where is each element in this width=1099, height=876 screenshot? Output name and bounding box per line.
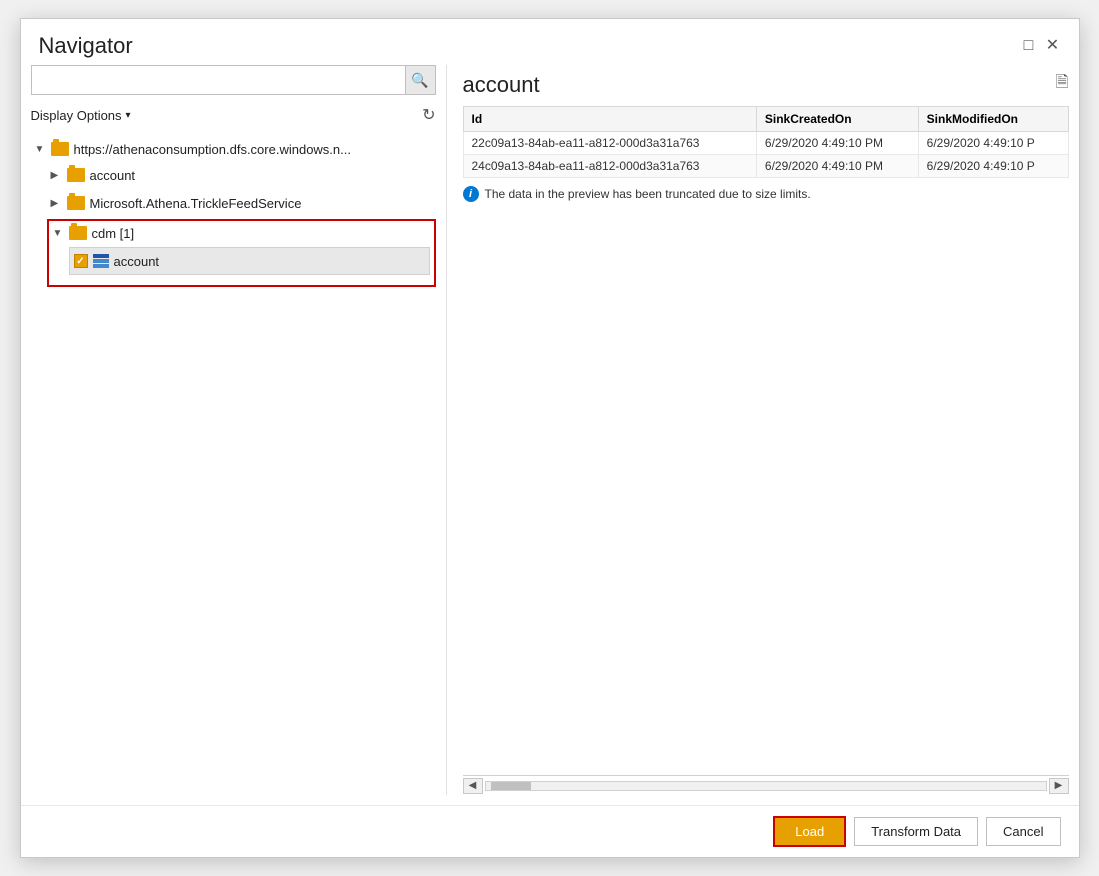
- data-table: Id SinkCreatedOn SinkModifiedOn 22c09a13…: [463, 106, 1069, 178]
- display-options-label: Display Options: [31, 108, 122, 123]
- tree-label-root: https://athenaconsumption.dfs.core.windo…: [74, 142, 352, 157]
- footer: Load Transform Data Cancel: [21, 805, 1079, 857]
- table-header: Id SinkCreatedOn SinkModifiedOn: [463, 107, 1068, 132]
- expand-arrow-cdm: ▼: [53, 228, 69, 239]
- preview-refresh-button[interactable]: 🗎: [1056, 71, 1069, 98]
- cdm-section: ▼ cdm [1]: [47, 219, 436, 287]
- col-header-sink-modified: SinkModifiedOn: [918, 107, 1068, 132]
- tree-children-root: ▶ account ▶ Microsoft.Athena.TrickleFeed…: [31, 161, 436, 287]
- table-icon-header: [93, 254, 109, 258]
- tree-node-account-row[interactable]: ▶ account: [47, 163, 436, 187]
- scroll-thumb[interactable]: [491, 782, 531, 790]
- navigator-dialog: Navigator □ ✕ 🔍 Display Options ▾ ↻: [20, 18, 1080, 858]
- display-options-row: Display Options ▾ ↻: [31, 103, 436, 127]
- tree-label-cdm: cdm [1]: [92, 226, 135, 241]
- preview-header: account 🗎: [463, 65, 1069, 106]
- transform-data-button[interactable]: Transform Data: [854, 817, 978, 846]
- cell-modified-2: 6/29/2020 4:49:10 P: [918, 155, 1068, 178]
- scroll-right-button[interactable]: ▶: [1049, 778, 1069, 794]
- search-input[interactable]: [32, 73, 405, 88]
- scroll-area: [463, 210, 1069, 775]
- truncation-notice: i The data in the preview has been trunc…: [463, 178, 1069, 210]
- preview-title: account: [463, 72, 540, 98]
- folder-icon-athena: [67, 196, 85, 210]
- folder-icon-root: [51, 142, 69, 156]
- table-header-row: Id SinkCreatedOn SinkModifiedOn: [463, 107, 1068, 132]
- tree-node-account: ▶ account: [47, 161, 436, 189]
- table-icon-account: [93, 254, 109, 268]
- close-button[interactable]: ✕: [1045, 38, 1061, 54]
- folder-icon-account: [67, 168, 85, 182]
- tree-label-account: account: [90, 168, 136, 183]
- scroll-left-button[interactable]: ◀: [463, 778, 483, 794]
- tree-node-athena-row[interactable]: ▶ Microsoft.Athena.TrickleFeedService: [47, 191, 436, 215]
- title-bar: Navigator □ ✕: [21, 19, 1079, 65]
- table-body: 22c09a13-84ab-ea11-a812-000d3a31a763 6/2…: [463, 132, 1068, 178]
- cell-created-1: 6/29/2020 4:49:10 PM: [756, 132, 918, 155]
- tree-label-cdm-account: account: [114, 254, 160, 269]
- scroll-track[interactable]: [485, 781, 1047, 791]
- cell-id-1: 22c09a13-84ab-ea11-a812-000d3a31a763: [463, 132, 756, 155]
- expand-arrow-athena: ▶: [51, 198, 67, 209]
- table-icon-row2: [93, 264, 109, 268]
- tree-node-athena: ▶ Microsoft.Athena.TrickleFeedService: [47, 189, 436, 217]
- horizontal-scrollbar: ◀ ▶: [463, 775, 1069, 795]
- cancel-button[interactable]: Cancel: [986, 817, 1060, 846]
- table-row: 22c09a13-84ab-ea11-a812-000d3a31a763 6/2…: [463, 132, 1068, 155]
- cdm-header-row[interactable]: ▼ cdm [1]: [49, 221, 434, 245]
- cell-id-2: 24c09a13-84ab-ea11-a812-000d3a31a763: [463, 155, 756, 178]
- left-panel: 🔍 Display Options ▾ ↻ ▼ https://athenaco…: [31, 65, 446, 795]
- cell-modified-1: 6/29/2020 4:49:10 P: [918, 132, 1068, 155]
- table-icon-row1: [93, 259, 109, 263]
- minimize-button[interactable]: □: [1021, 38, 1037, 54]
- col-header-sink-created: SinkCreatedOn: [756, 107, 918, 132]
- right-panel: account 🗎 Id SinkCreatedOn SinkModifiedO…: [446, 65, 1069, 795]
- tree-label-athena: Microsoft.Athena.TrickleFeedService: [90, 196, 302, 211]
- load-button[interactable]: Load: [773, 816, 846, 847]
- expand-arrow-root: ▼: [35, 144, 51, 155]
- search-button[interactable]: 🔍: [405, 66, 435, 94]
- col-header-id: Id: [463, 107, 756, 132]
- cdm-children: account: [49, 247, 434, 285]
- title-bar-controls: □ ✕: [1021, 38, 1061, 54]
- table-row: 24c09a13-84ab-ea11-a812-000d3a31a763 6/2…: [463, 155, 1068, 178]
- tree-area: ▼ https://athenaconsumption.dfs.core.win…: [31, 135, 436, 795]
- folder-icon-cdm: [69, 226, 87, 240]
- display-options-button[interactable]: Display Options ▾: [31, 108, 131, 123]
- cell-created-2: 6/29/2020 4:49:10 PM: [756, 155, 918, 178]
- truncation-text: The data in the preview has been truncat…: [485, 187, 811, 201]
- tree-node-root-row[interactable]: ▼ https://athenaconsumption.dfs.core.win…: [31, 137, 436, 161]
- account-item-row[interactable]: account: [69, 247, 430, 275]
- expand-arrow-account: ▶: [51, 170, 67, 181]
- tree-node-root: ▼ https://athenaconsumption.dfs.core.win…: [31, 135, 436, 291]
- display-options-arrow: ▾: [126, 110, 131, 121]
- table-container: Id SinkCreatedOn SinkModifiedOn 22c09a13…: [463, 106, 1069, 795]
- dialog-title: Navigator: [39, 33, 133, 59]
- account-checkbox[interactable]: [74, 254, 88, 268]
- search-box: 🔍: [31, 65, 436, 95]
- left-panel-refresh-button[interactable]: ↻: [422, 105, 435, 125]
- info-icon: i: [463, 186, 479, 202]
- dialog-body: 🔍 Display Options ▾ ↻ ▼ https://athenaco…: [21, 65, 1079, 805]
